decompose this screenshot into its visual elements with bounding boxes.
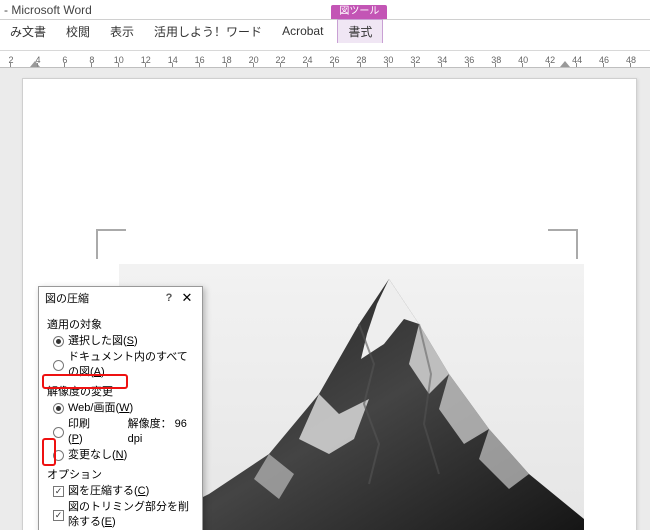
check-compress-pictures[interactable]: 図を圧縮する(C) [53, 484, 194, 499]
close-button[interactable]: ✕ [178, 290, 196, 306]
resolution-value: 解像度： 96 dpi [128, 417, 194, 447]
checkbox-icon [53, 486, 64, 497]
menu-item-format[interactable]: 書式 [337, 19, 383, 43]
horizontal-ruler[interactable]: 2468101214161820222426283032343638404244… [0, 50, 650, 68]
radio-print[interactable]: 印刷(P) 解像度： 96 dpi [53, 417, 194, 447]
radio-icon [53, 360, 64, 371]
menu-item[interactable]: 活用しよう！ワード [144, 20, 272, 43]
dialog-title: 図の圧縮 [45, 290, 160, 306]
title-text: - Microsoft Word [4, 3, 92, 17]
contextual-tab-group: 図ツール [331, 5, 387, 19]
right-indent-marker[interactable] [560, 61, 570, 67]
radio-no-change[interactable]: 変更なし(N) [53, 448, 194, 463]
radio-web-screen[interactable]: Web/画面(W) [53, 401, 194, 416]
help-button[interactable]: ? [160, 292, 178, 304]
radio-all-pictures[interactable]: ドキュメント内のすべての図(A) [53, 350, 194, 380]
crop-handle-top-left[interactable] [96, 229, 126, 259]
menu-item[interactable]: Acrobat [272, 21, 333, 41]
radio-icon [53, 336, 64, 347]
radio-icon [53, 427, 64, 438]
compress-pictures-dialog: 図の圧縮 ? ✕ 適用の対象 選択した図(S) ドキュメント内のすべての図(A)… [38, 286, 203, 530]
radio-icon [53, 450, 64, 461]
menu-item[interactable]: 表示 [100, 20, 144, 43]
radio-icon [53, 403, 64, 414]
crop-handle-top-right[interactable] [548, 229, 578, 259]
section-apply-to: 適用の対象 [47, 316, 194, 332]
menu-item[interactable]: み文書 [0, 20, 56, 43]
dialog-titlebar[interactable]: 図の圧縮 ? ✕ [39, 287, 202, 309]
document-area: 図の圧縮 ? ✕ 適用の対象 選択した図(S) ドキュメント内のすべての図(A)… [0, 68, 650, 530]
section-resolution: 解像度の変更 [47, 383, 194, 399]
title-bar: - Microsoft Word [0, 0, 650, 20]
check-delete-cropped[interactable]: 図のトリミング部分を削除する(E) [53, 500, 194, 530]
radio-selected-pictures[interactable]: 選択した図(S) [53, 334, 194, 349]
section-options: オプション [47, 466, 194, 482]
ribbon-tabs: み文書 校閲 表示 活用しよう！ワード Acrobat 図ツール 書式 [0, 20, 650, 42]
checkbox-icon [53, 510, 64, 521]
menu-item[interactable]: 校閲 [56, 20, 100, 43]
